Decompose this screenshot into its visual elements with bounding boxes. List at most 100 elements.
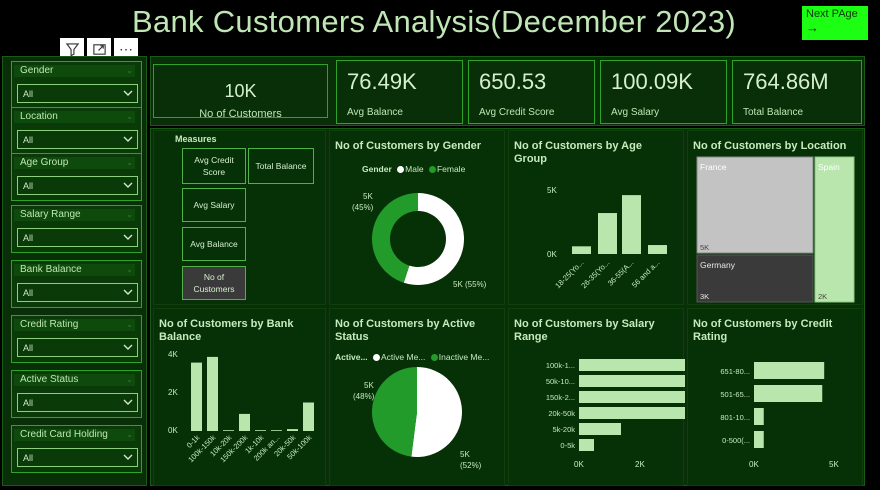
- chevron-down-icon: ⌄: [126, 430, 133, 439]
- data-label: 5K: [460, 450, 470, 459]
- chevron-down-icon: [123, 182, 133, 188]
- chevron-down-icon: [123, 454, 133, 460]
- active-status-chart-card: No of Customers by Active Status Active.…: [329, 308, 505, 486]
- y-tick-label: 0K: [168, 426, 178, 435]
- treemap-value: 3K: [700, 292, 709, 301]
- kpi-label: Avg Balance: [347, 107, 403, 118]
- slicer-value: All: [23, 453, 34, 463]
- slicer-dropdown[interactable]: All: [17, 283, 138, 302]
- slicer-panel: Gender ⌄ All Location ⌄ All Age Group ⌄ All Salar…: [2, 56, 147, 486]
- measure-no-of-customers-button[interactable]: No of Customers: [182, 266, 246, 300]
- data-label: 5K: [363, 192, 373, 201]
- treemap-value: 5K: [700, 243, 709, 252]
- next-page-button[interactable]: Next PAge →: [802, 6, 868, 40]
- kpi-value: 650.53: [479, 69, 547, 94]
- bank-balance-chart-card: No of Customers by Bank Balance 4K 2K 0K 0-…: [153, 308, 326, 486]
- slicer-value: All: [23, 288, 34, 298]
- slicer-dropdown[interactable]: All: [17, 176, 138, 195]
- pie-slice-inactive: [372, 367, 417, 457]
- slicer-dropdown[interactable]: All: [17, 338, 138, 357]
- slicer-label: Location ⌄: [14, 111, 135, 123]
- x-tick-label: 26-35(Yo...: [579, 258, 611, 290]
- measure-avg-salary-button[interactable]: Avg Salary: [182, 188, 246, 222]
- measure-avg-balance-button[interactable]: Avg Balance: [182, 227, 246, 261]
- bar: [191, 362, 202, 431]
- slicer-bank-balance: Bank Balance ⌄ All: [11, 260, 142, 308]
- bar: [239, 413, 250, 431]
- measure-total-balance-button[interactable]: Total Balance: [248, 148, 314, 184]
- chevron-down-icon: [123, 399, 133, 405]
- slicer-dropdown[interactable]: All: [17, 393, 138, 412]
- bar: [207, 356, 218, 431]
- chevron-down-icon: [123, 90, 133, 96]
- treemap-value: 2K: [818, 292, 827, 301]
- bar: [255, 430, 266, 431]
- bar: [271, 430, 282, 431]
- y-tick-label: 5K: [547, 186, 557, 195]
- slicer-dropdown[interactable]: All: [17, 228, 138, 247]
- data-label: 5K: [364, 381, 374, 390]
- chevron-down-icon: [123, 289, 133, 295]
- bar: [754, 408, 764, 425]
- slicer-dropdown[interactable]: All: [17, 130, 138, 149]
- slicer-dropdown[interactable]: All: [17, 84, 138, 103]
- y-tick-label: 100k-1...: [546, 361, 575, 370]
- slicer-label-text: Salary Range: [20, 209, 81, 220]
- y-tick-label: 0K: [547, 250, 557, 259]
- treemap-label: France: [700, 162, 727, 172]
- slicer-label-text: Bank Balance: [20, 264, 82, 275]
- slicer-credit-card-holding: Credit Card Holding ⌄ All: [11, 425, 142, 473]
- treemap-tile-spain: [814, 156, 855, 303]
- bar: [754, 431, 764, 448]
- age-group-bar-chart: 5K0K18-25(Yo...26-35(Yo...36-55(A...56 a…: [547, 186, 667, 290]
- y-tick-label: 651-80...: [720, 367, 750, 376]
- kpi-value: 76.49K: [347, 69, 417, 94]
- bar: [223, 430, 234, 431]
- slicer-location: Location ⌄ All: [11, 107, 142, 155]
- bar: [579, 439, 594, 451]
- slicer-label: Salary Range ⌄: [14, 209, 135, 221]
- measure-avg-credit-score-button[interactable]: Avg Credit Score: [182, 148, 246, 184]
- chevron-down-icon: ⌄: [126, 320, 133, 329]
- kpi-card: 650.53 Avg Credit Score: [468, 60, 595, 124]
- slicer-credit-rating: Credit Rating ⌄ All: [11, 315, 142, 363]
- slicer-value: All: [23, 398, 34, 408]
- kpi-card: 100.09K Avg Salary: [600, 60, 727, 124]
- measures-title: Measures: [175, 134, 217, 144]
- bar: [303, 402, 314, 431]
- kpi-card: 764.86M Total Balance: [732, 60, 862, 124]
- bar: [598, 213, 617, 254]
- kpi-label: No of Customers: [199, 108, 282, 120]
- bar: [579, 375, 685, 387]
- kpi-label: Avg Salary: [611, 107, 660, 118]
- y-tick-label: 0-500(...: [722, 436, 750, 445]
- y-tick-label: 501-65...: [720, 390, 750, 399]
- measures-card: Measures Avg Credit Score Total Balance …: [153, 130, 326, 305]
- chevron-down-icon: ⌄: [126, 265, 133, 274]
- bar: [579, 407, 685, 419]
- x-tick-label: 56 and a...: [630, 258, 661, 289]
- slicer-label: Credit Card Holding ⌄: [14, 429, 135, 441]
- bar: [754, 385, 823, 402]
- slicer-value: All: [23, 233, 34, 243]
- credit-rating-chart-card: No of Customers by Credit Rating 651-80.…: [687, 308, 863, 486]
- x-tick-label: 0K: [749, 460, 759, 469]
- x-tick-label: 0K: [574, 460, 584, 469]
- slicer-label-text: Gender: [20, 65, 54, 76]
- kpi-label: Total Balance: [743, 107, 804, 118]
- y-tick-label: 150k-2...: [546, 393, 575, 402]
- location-treemap: France 5K Germany 3K Spain 2K: [696, 156, 855, 303]
- page-title: Bank Customers Analysis(December 2023): [131, 4, 737, 39]
- kpi-card: 10K No of Customers: [153, 64, 328, 120]
- slicer-dropdown[interactable]: All: [17, 448, 138, 467]
- slicer-value: All: [23, 135, 34, 145]
- chevron-down-icon: ⌄: [126, 375, 133, 384]
- data-label: (48%): [353, 392, 375, 401]
- slicer-label: Active Status ⌄: [14, 374, 135, 386]
- credit-rating-bar-chart: 651-80... 501-65... 801-10... 0-500(... 0K 5K: [720, 362, 839, 469]
- chevron-down-icon: [123, 344, 133, 350]
- bar: [622, 195, 641, 254]
- slicer-label: Gender ⌄: [14, 65, 135, 77]
- chevron-down-icon: ⌄: [126, 112, 133, 121]
- y-tick-label: 20k-50k: [548, 409, 575, 418]
